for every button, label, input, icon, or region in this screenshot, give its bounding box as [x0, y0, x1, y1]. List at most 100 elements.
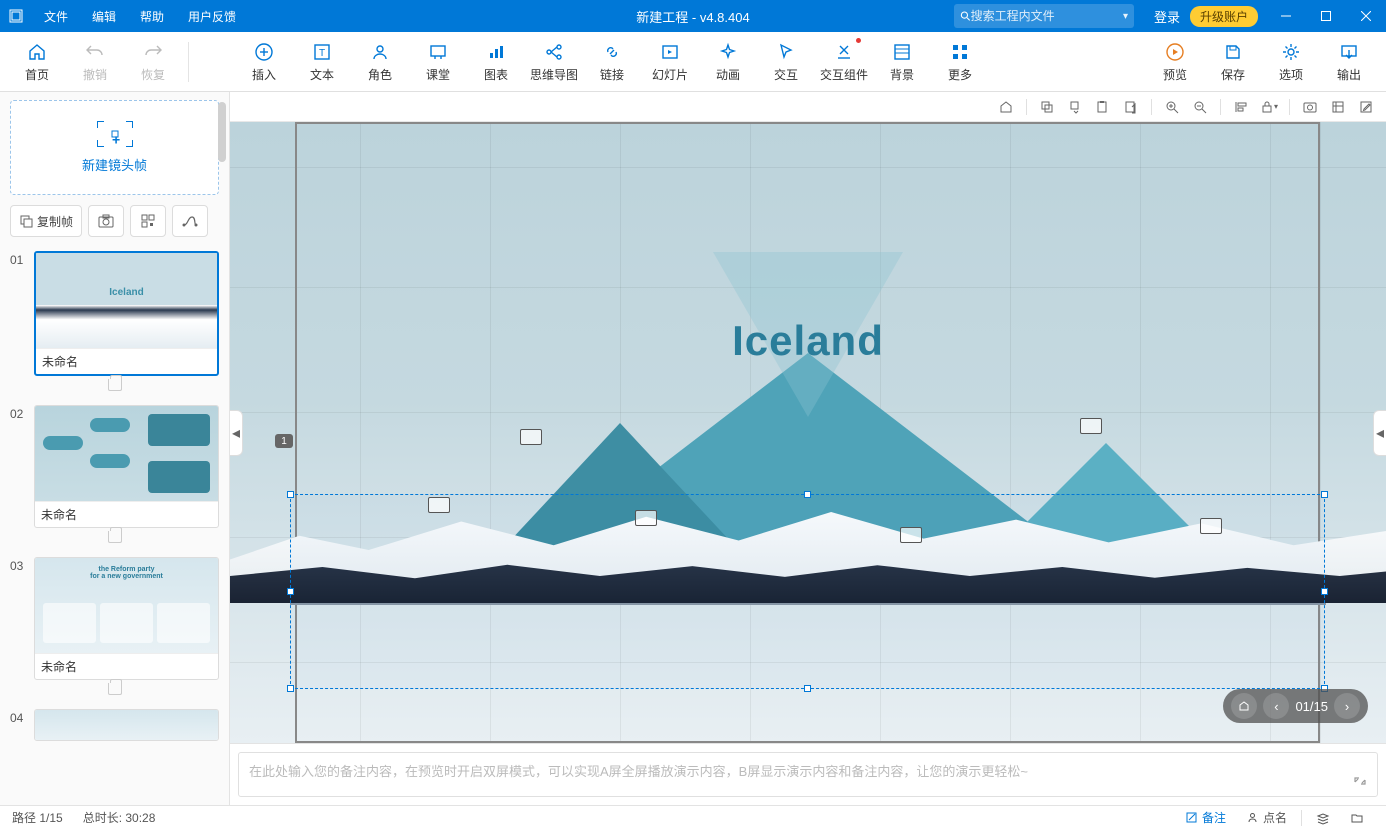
search-input[interactable] [971, 9, 1119, 23]
upgrade-button[interactable]: 升级账户 [1190, 6, 1258, 27]
subframe-marker[interactable] [635, 510, 657, 526]
align-button[interactable] [1229, 95, 1253, 119]
save-button[interactable]: 保存 [1206, 34, 1260, 90]
subframe-marker[interactable] [900, 527, 922, 543]
plus-circle-icon [253, 41, 275, 63]
undo-button[interactable]: 撤销 [68, 34, 122, 90]
slide-thumbnail[interactable]: Iceland [36, 253, 217, 348]
ribbon: 首页 撤销 恢复 插入 T文本 角色 课堂 图表 思维导图 链接 幻灯片 动画 … [0, 32, 1386, 92]
notes-input[interactable] [238, 752, 1378, 797]
cut-button[interactable] [1063, 95, 1087, 119]
window-title: 新建工程 - v4.8.404 [636, 7, 749, 26]
animation-button[interactable]: 动画 [701, 34, 755, 90]
home-button[interactable]: 首页 [10, 34, 64, 90]
subframe-marker[interactable] [520, 429, 542, 445]
close-button[interactable] [1346, 0, 1386, 32]
widget-button[interactable]: 交互组件 [817, 34, 871, 90]
text-icon: T [311, 41, 333, 63]
path-icon [182, 214, 198, 228]
plus-icon: + [111, 131, 118, 138]
status-notes-button[interactable]: 备注 [1175, 809, 1236, 826]
mindmap-button[interactable]: 思维导图 [527, 34, 581, 90]
minimize-button[interactable] [1266, 0, 1306, 32]
copy-icon [19, 214, 33, 228]
timer-icon[interactable] [108, 379, 122, 391]
frame-marker[interactable]: 1 [275, 434, 293, 448]
menu-edit[interactable]: 编辑 [80, 0, 128, 32]
canvas-title-text[interactable]: Iceland [732, 317, 884, 365]
path-frame-button[interactable] [172, 205, 208, 237]
expand-panel-button[interactable]: ◂ [1373, 410, 1386, 456]
redo-button[interactable]: 恢复 [126, 34, 180, 90]
home-view-button[interactable] [994, 95, 1018, 119]
link-icon [601, 41, 623, 63]
slide-item[interactable]: 04 [10, 709, 219, 741]
text-button[interactable]: T文本 [295, 34, 349, 90]
expand-notes-button[interactable] [1350, 771, 1370, 791]
background-button[interactable]: 背景 [875, 34, 929, 90]
more-button[interactable]: 更多 [933, 34, 987, 90]
zoom-in-button[interactable] [1160, 95, 1184, 119]
qr-frame-button[interactable] [130, 205, 166, 237]
status-folder-button[interactable] [1340, 811, 1374, 825]
paste-format-button[interactable] [1091, 95, 1115, 119]
insert-button[interactable]: 插入 [237, 34, 291, 90]
status-bar: 路径 1/15 总时长: 30:28 备注 点名 [0, 805, 1386, 829]
menu-help[interactable]: 帮助 [128, 0, 176, 32]
cursor-icon [775, 41, 797, 63]
login-button[interactable]: 登录 [1144, 7, 1190, 26]
subframe-marker[interactable] [1200, 518, 1222, 534]
grid-icon [949, 41, 971, 63]
menu-file[interactable]: 文件 [32, 0, 80, 32]
slide-item[interactable]: 03 the Reform partyfor a new government … [10, 557, 219, 680]
new-frame-button[interactable]: + 新建镜头帧 [10, 100, 219, 195]
copy-frame-button[interactable]: 复制帧 [10, 205, 82, 237]
chart-button[interactable]: 图表 [469, 34, 523, 90]
board-icon [427, 41, 449, 63]
nav-home-button[interactable] [1231, 693, 1257, 719]
slide-item[interactable]: 02 未命名 [10, 405, 219, 528]
zoom-out-button[interactable] [1188, 95, 1212, 119]
slide-button[interactable]: 幻灯片 [643, 34, 697, 90]
role-button[interactable]: 角色 [353, 34, 407, 90]
subframe-marker[interactable] [1080, 418, 1102, 434]
link-button[interactable]: 链接 [585, 34, 639, 90]
notes-icon [1185, 811, 1198, 824]
canvas[interactable]: Iceland 1 ◂ ◂ ‹ [230, 122, 1386, 743]
nav-next-button[interactable]: › [1334, 693, 1360, 719]
maximize-button[interactable] [1306, 0, 1346, 32]
lock-button[interactable]: ▾ [1257, 95, 1281, 119]
home-icon [26, 41, 48, 63]
copy-button[interactable] [1035, 95, 1059, 119]
edit-button[interactable] [1354, 95, 1378, 119]
status-rollcall-button[interactable]: 点名 [1236, 809, 1297, 826]
snapshot-button[interactable] [1298, 95, 1322, 119]
preview-button[interactable]: 预览 [1148, 34, 1202, 90]
slide-thumbnail[interactable] [35, 406, 218, 501]
paste-button[interactable] [1119, 95, 1143, 119]
folder-icon [1350, 811, 1364, 825]
nav-prev-button[interactable]: ‹ [1263, 693, 1289, 719]
menu-feedback[interactable]: 用户反馈 [176, 0, 248, 32]
timer-icon[interactable] [108, 683, 122, 695]
slide-item[interactable]: 01 Iceland 未命名 [10, 251, 219, 376]
subframe-marker[interactable] [428, 497, 450, 513]
chevron-down-icon[interactable]: ▾ [1123, 11, 1128, 22]
slide-thumbnail[interactable]: the Reform partyfor a new government [35, 558, 218, 653]
export-button[interactable]: 输出 [1322, 34, 1376, 90]
classroom-button[interactable]: 课堂 [411, 34, 465, 90]
options-button[interactable]: 选项 [1264, 34, 1318, 90]
slide-thumbnail[interactable] [35, 710, 218, 740]
selection-box[interactable] [290, 494, 1325, 689]
scrollbar[interactable] [218, 102, 226, 162]
camera-frame-button[interactable] [88, 205, 124, 237]
timer-icon[interactable] [108, 531, 122, 543]
interact-button[interactable]: 交互 [759, 34, 813, 90]
canvas-toolbar: ▾ [230, 92, 1386, 122]
status-layers-button[interactable] [1306, 811, 1340, 825]
collapse-sidebar-button[interactable]: ◂ [230, 410, 243, 456]
search-box[interactable]: ▾ [954, 4, 1134, 28]
status-path: 路径 1/15 [12, 809, 63, 826]
layers-button[interactable] [1326, 95, 1350, 119]
camera-icon [98, 214, 114, 228]
